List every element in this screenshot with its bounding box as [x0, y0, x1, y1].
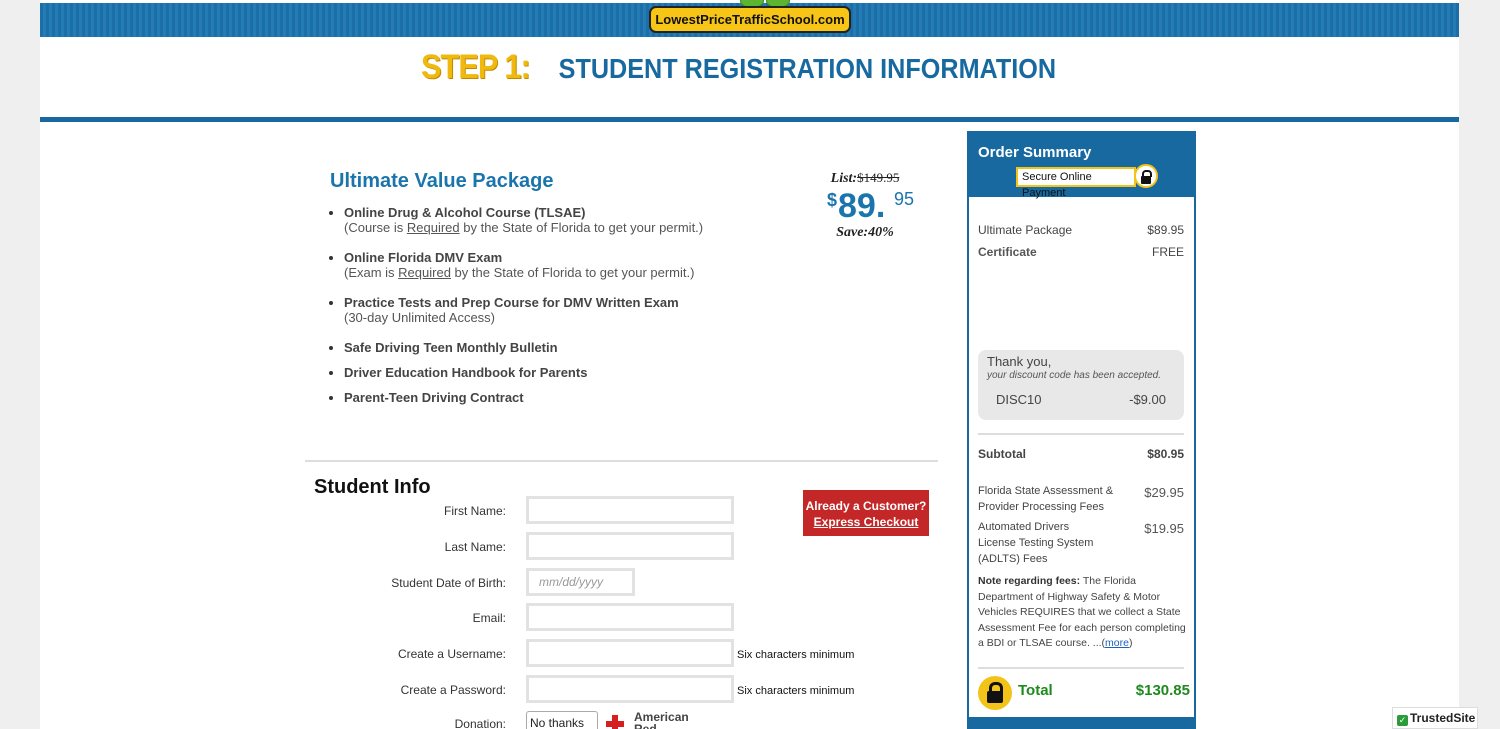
line-item: Ultimate Package $89.95	[978, 223, 1184, 237]
feature-list: Online Drug & Alcohol Course (TLSAE)(Cou…	[328, 205, 764, 405]
divider	[978, 667, 1184, 669]
checkmark-icon: ✓	[1397, 715, 1408, 726]
feature-item: Parent-Teen Driving Contract	[344, 390, 764, 405]
feature-note: (Exam is Required by the State of Florid…	[344, 265, 695, 280]
express-checkout-box: Already a Customer? Express Checkout	[803, 490, 929, 536]
feature-note: (30-day Unlimited Access)	[344, 310, 495, 325]
email-field[interactable]	[526, 603, 734, 631]
discount-accepted-text: your discount code has been accepted.	[987, 370, 1162, 381]
fee-note: Note regarding fees: The Florida Departm…	[978, 575, 1186, 649]
lock-icon	[1134, 164, 1158, 188]
discount-code: DISC10	[996, 392, 1042, 407]
password-label: Create a Password:	[400, 683, 506, 697]
first-name-label: First Name:	[443, 504, 506, 518]
username-field[interactable]	[526, 639, 734, 667]
first-name-field[interactable]	[526, 496, 734, 524]
step-number: STEP 1:	[421, 48, 532, 86]
feature-item: Practice Tests and Prep Course for DMV W…	[344, 295, 764, 325]
feature-item: Online Florida DMV Exam(Exam is Required…	[344, 250, 764, 280]
feature-name: Driver Education Handbook for Parents	[344, 365, 588, 380]
secure-payment-badge: Secure Online Payment	[1016, 167, 1136, 199]
order-summary-header: Order Summary Secure Online Payment	[969, 133, 1194, 199]
page-title: STEP 1: STUDENT REGISTRATION INFORMATION	[40, 48, 1459, 87]
order-summary-footer	[969, 717, 1194, 727]
username-label: Create a Username:	[397, 647, 506, 661]
price-box: List:$149.95 $ 89. 95 Save:40%	[810, 170, 920, 241]
email-label: Email:	[472, 611, 506, 625]
fee-label: Florida State Assessment & Provider Proc…	[978, 485, 1114, 513]
line-item: Certificate FREE	[978, 245, 1184, 259]
feature-item: Online Drug & Alcohol Course (TLSAE)(Cou…	[344, 205, 764, 235]
feature-name: Online Drug & Alcohol Course (TLSAE)	[344, 205, 586, 220]
feature-name: Online Florida DMV Exam	[344, 250, 503, 265]
discount-amount: -$9.00	[1129, 392, 1166, 407]
subtotal-row: Subtotal $80.95	[978, 447, 1184, 461]
feature-name: Practice Tests and Prep Course for DMV W…	[344, 295, 679, 310]
username-hint: Six characters minimum	[737, 649, 855, 661]
feature-item: Safe Driving Teen Monthly Bulletin	[344, 340, 764, 355]
total-label: Total	[1018, 682, 1053, 699]
step-title-text: STUDENT REGISTRATION INFORMATION	[558, 53, 1056, 84]
site-logo[interactable]: LowestPriceTrafficSchool.com	[649, 6, 851, 33]
dob-field[interactable]: mm/dd/yyyy	[526, 568, 635, 596]
red-cross-logo: American Red Cross	[634, 710, 689, 729]
savings-text: Save:40%	[836, 225, 894, 240]
divider	[978, 433, 1184, 435]
last-name-field[interactable]	[526, 532, 734, 560]
package-title: Ultimate Value Package	[330, 170, 554, 192]
already-customer-text: Already a Customer?	[805, 499, 927, 513]
fee-amount: $19.95	[1144, 521, 1184, 536]
total-amount: $130.85	[1135, 682, 1190, 699]
student-info-title: Student Info	[314, 476, 431, 498]
page: LowestPriceTrafficSchool.com STEP 1: STU…	[40, 0, 1459, 729]
order-summary: Order Summary Secure Online Payment Ulti…	[967, 131, 1196, 729]
lock-icon	[978, 676, 1012, 710]
list-price: List:$149.95	[830, 170, 900, 186]
feature-name: Parent-Teen Driving Contract	[344, 390, 524, 405]
thank-you-text: Thank you,	[987, 354, 1052, 369]
donation-label: Donation:	[454, 717, 506, 729]
password-hint: Six characters minimum	[737, 685, 855, 697]
order-summary-title: Order Summary	[978, 144, 1092, 161]
list-price-value: $149.95	[857, 170, 900, 185]
password-field[interactable]	[526, 675, 734, 703]
dob-label: Student Date of Birth:	[391, 576, 506, 590]
feature-note: (Course is Required by the State of Flor…	[344, 220, 704, 235]
red-cross-icon	[604, 713, 626, 729]
more-link[interactable]: more	[1105, 637, 1129, 649]
trustedsite-badge[interactable]: ✓ TrustedSite	[1392, 707, 1478, 729]
section-divider	[305, 460, 938, 462]
feature-name: Safe Driving Teen Monthly Bulletin	[344, 340, 558, 355]
donation-select[interactable]: No thanks ⌄	[526, 711, 598, 729]
discount-box: Thank you, your discount code has been a…	[978, 350, 1184, 420]
header-divider	[40, 117, 1459, 122]
sale-price: $ 89. 95	[827, 187, 915, 225]
fee-label: Automated Drivers License Testing System…	[978, 521, 1094, 565]
feature-item: Driver Education Handbook for Parents	[344, 365, 764, 380]
fee-amount: $29.95	[1144, 485, 1184, 500]
express-checkout-link[interactable]: Express Checkout	[803, 514, 929, 530]
last-name-label: Last Name:	[444, 540, 506, 554]
